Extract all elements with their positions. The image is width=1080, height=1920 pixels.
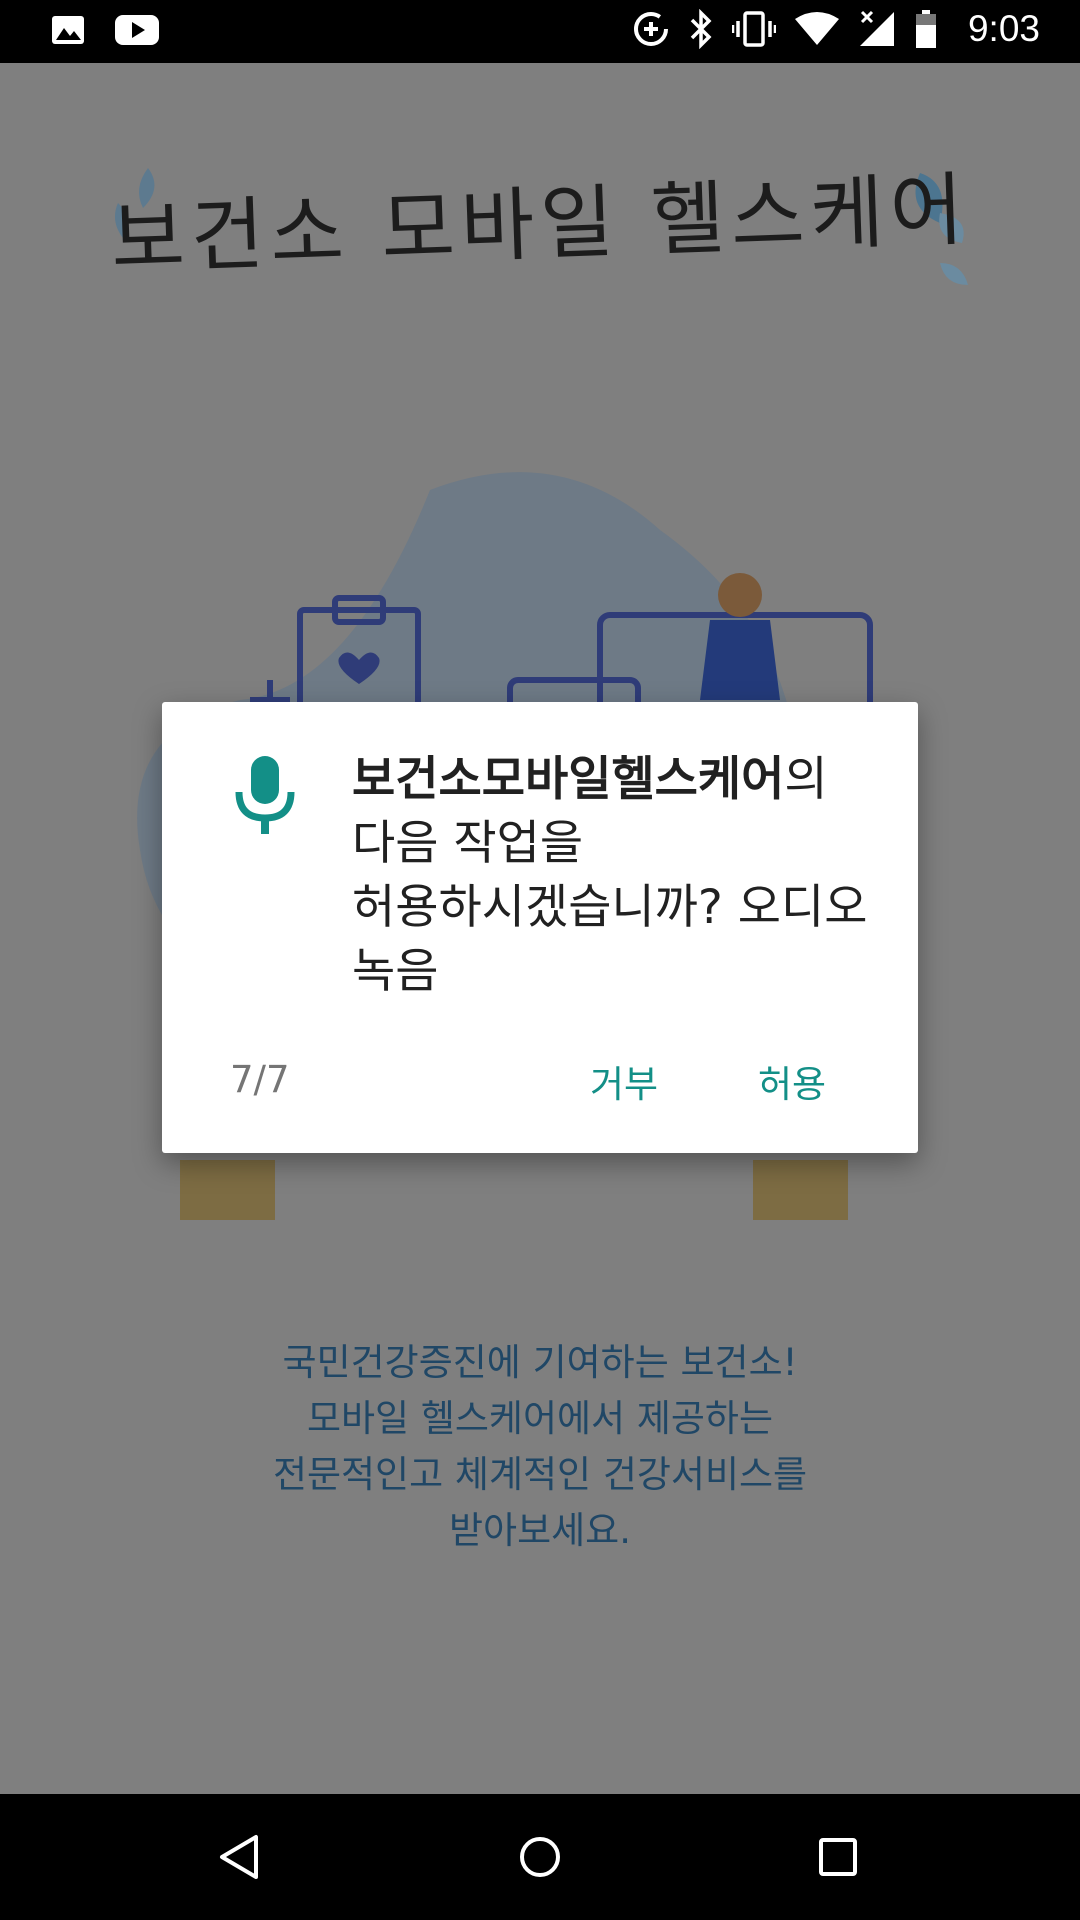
data-saver-icon (633, 12, 668, 46)
description-line: 모바일 헬스케어에서 제공하는 (306, 1397, 774, 1440)
vibrate-icon (731, 11, 776, 47)
back-icon[interactable] (210, 1827, 270, 1887)
signal-no-data-icon (859, 10, 894, 46)
allow-button[interactable]: 허용 (758, 1054, 826, 1108)
dialog-app-name: 보건소모바일헬스케어 (352, 752, 785, 807)
status-bar: 9:03 (0, 0, 1080, 63)
app-description: 국민건강증진에 기여하는 보건소! 모바일 헬스케어에서 제공하는 전문적인고 … (120, 1335, 960, 1559)
description-line: 받아보세요. (449, 1509, 631, 1552)
screen: 9:03 보건소 모바일 헬스케어 국민건강증진에 기여하는 보건소! 모바일 … (0, 0, 1080, 1920)
permission-counter: 7/7 (230, 1058, 290, 1101)
permission-message: 보건소모바일헬스케어의 다음 작업을 허용하시겠습니까? 오디오 녹음 (352, 748, 872, 1004)
image-icon (52, 16, 84, 44)
description-line: 국민건강증진에 기여하는 보건소! (282, 1341, 798, 1384)
wifi-icon (794, 12, 839, 45)
deny-button[interactable]: 거부 (590, 1054, 658, 1108)
youtube-icon (115, 15, 159, 45)
description-line: 전문적인고 체계적인 건강서비스를 (272, 1453, 808, 1496)
permission-dialog: 보건소모바일헬스케어의 다음 작업을 허용하시겠습니까? 오디오 녹음 7/7 … (162, 702, 918, 1153)
navigation-bar (0, 1794, 1080, 1920)
microphone-icon (235, 756, 295, 834)
home-icon[interactable] (510, 1827, 570, 1887)
battery-icon (915, 10, 936, 48)
bluetooth-icon (690, 9, 712, 49)
recents-icon[interactable] (808, 1827, 868, 1887)
status-time: 9:03 (967, 8, 1040, 49)
